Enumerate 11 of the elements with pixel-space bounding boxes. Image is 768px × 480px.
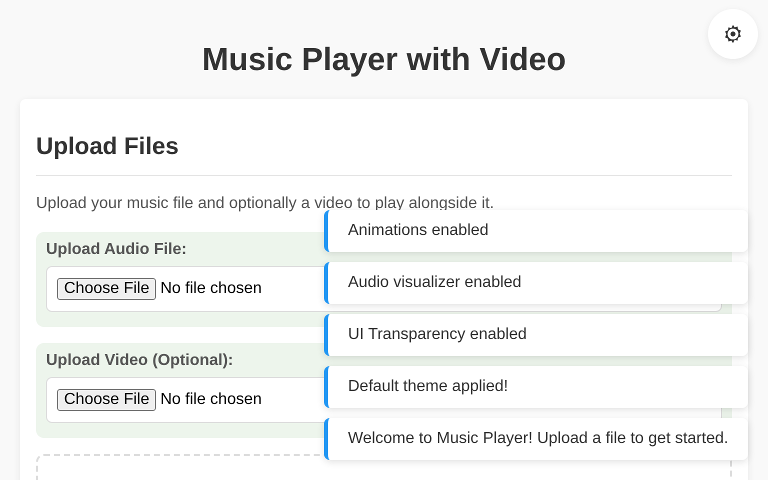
notification-toast: Animations enabled [324, 210, 748, 252]
notification-toast: UI Transparency enabled [324, 314, 748, 356]
field-label: Upload Video (Optional): [46, 351, 234, 371]
section-heading: Upload Files [36, 132, 180, 162]
field-label: Upload Audio File: [46, 240, 188, 260]
notification-toast: Welcome to Music Player! Upload a file to get started. [324, 418, 748, 460]
file-status: No file chosen [160, 280, 262, 298]
notification-toast: Default theme applied! [324, 366, 748, 408]
page-title: Music Player with Video [202, 40, 566, 79]
file-status: No file chosen [160, 391, 262, 409]
notification-toast: Audio visualizer enabled [324, 262, 748, 304]
